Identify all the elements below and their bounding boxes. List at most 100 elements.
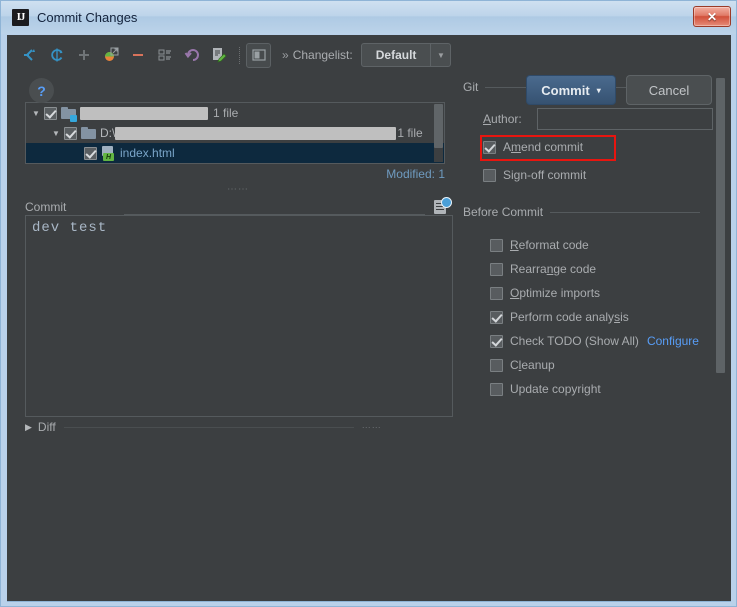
author-row: Author: <box>483 108 713 130</box>
options-scrollbar[interactable] <box>715 75 726 407</box>
diff-splitter-grip[interactable]: ⋯⋯ <box>362 422 382 433</box>
tree-row-file-count: 1 file <box>213 106 239 120</box>
show-diff-icon[interactable] <box>17 43 42 68</box>
modified-count-label: Modified: 1 <box>386 167 445 181</box>
tree-row[interactable]: H index.html <box>26 143 444 163</box>
changelist-value: Default <box>375 48 417 62</box>
html-file-icon: H <box>101 146 115 161</box>
diff-label: Diff <box>37 420 56 434</box>
show-diff-preview-icon[interactable] <box>246 42 271 68</box>
header-rule <box>550 211 701 213</box>
tree-scrollbar[interactable] <box>434 104 443 162</box>
html-badge: H <box>103 153 114 161</box>
optimize-imports-label: Optimize imports <box>510 286 601 300</box>
dialog-window: IJ Commit Changes ✕ » Changelist: Defaul… <box>0 0 737 607</box>
reformat-code-checkbox[interactable]: Reformat code <box>490 235 589 255</box>
tree-row-path-prefix: D:\ <box>100 126 116 140</box>
tree-splitter-grip[interactable]: ⋯⋯ <box>227 184 249 195</box>
cleanup-label: Cleanup <box>510 358 555 372</box>
checkbox-box[interactable] <box>490 310 503 324</box>
perform-code-analysis-checkbox[interactable]: Perform code analysis <box>490 307 629 327</box>
checkbox-box[interactable] <box>490 238 503 252</box>
folder-icon <box>81 126 96 140</box>
help-icon[interactable]: ? <box>29 78 54 103</box>
close-icon[interactable]: ✕ <box>693 6 731 27</box>
configure-todo-link[interactable]: Configure <box>647 334 699 348</box>
tree-twisty-icon[interactable]: ▼ <box>48 129 64 138</box>
content-area: » Changelist: Default ▼ ▼ 1 file ▼ D:\ 1… <box>7 35 731 554</box>
author-label: Author: <box>483 112 522 126</box>
redacted-changelist-name <box>80 106 208 120</box>
check-todo-checkbox[interactable]: Check TODO (Show All) Configure <box>490 331 699 351</box>
tree-row-file-count: 1 file <box>397 126 423 140</box>
dialog-body: » Changelist: Default ▼ ▼ 1 file ▼ D:\ 1… <box>7 35 731 601</box>
check-todo-label: Check TODO (Show All) <box>510 334 639 348</box>
tree-row-checkbox[interactable] <box>44 106 57 120</box>
move-to-changelist-icon[interactable] <box>98 43 123 68</box>
checkbox-box[interactable] <box>490 286 503 300</box>
screenshot-root: IJ Commit Changes ✕ » Changelist: Defaul… <box>0 0 737 607</box>
window-title: Commit Changes <box>37 10 138 25</box>
update-copyright-checkbox[interactable]: Update copyright <box>490 379 601 399</box>
folder-changelist-icon <box>61 106 77 122</box>
optimize-imports-checkbox[interactable]: Optimize imports <box>490 283 600 303</box>
add-changelist-icon[interactable] <box>71 43 96 68</box>
update-copyright-label: Update copyright <box>510 382 601 396</box>
checkbox-box[interactable] <box>483 168 496 182</box>
amend-commit-label: Amend commit <box>503 140 584 154</box>
changelist-selector: » Changelist: Default ▼ <box>282 43 452 67</box>
tree-row-checkbox[interactable] <box>64 126 77 140</box>
sign-off-commit-checkbox[interactable]: Sign-off commit <box>483 165 586 185</box>
dialog-footer <box>7 554 731 601</box>
checkbox-box[interactable] <box>490 382 503 396</box>
before-commit-section-title: Before Commit <box>463 205 544 219</box>
amend-commit-checkbox[interactable]: Amend commit <box>483 137 583 157</box>
tree-scrollbar-thumb[interactable] <box>434 104 443 148</box>
rearrange-code-checkbox[interactable]: Rearrange code <box>490 259 596 279</box>
rollback-icon[interactable] <box>179 43 204 68</box>
commit-message-input[interactable] <box>32 220 442 410</box>
changes-tree[interactable]: ▼ 1 file ▼ D:\ 1 file H index.html <box>25 102 445 164</box>
diff-section-header[interactable]: ▶ Diff ⋯⋯ <box>25 420 465 434</box>
title-bar: IJ Commit Changes ✕ <box>1 1 736 34</box>
checkbox-box[interactable] <box>490 334 503 348</box>
author-field[interactable] <box>537 108 713 130</box>
options-scrollbar-thumb[interactable] <box>716 78 725 373</box>
tree-row[interactable]: ▼ 1 file <box>26 103 444 123</box>
sign-off-commit-label: Sign-off commit <box>503 168 587 182</box>
window-bottom-edge <box>7 601 731 602</box>
commit-button-label: Commit <box>541 82 590 98</box>
tree-twisty-icon[interactable]: ▼ <box>28 109 44 118</box>
git-section-title: Git <box>463 80 479 94</box>
intellij-logo-icon: IJ <box>12 9 29 26</box>
chevron-down-icon[interactable]: ▾ <box>597 86 601 95</box>
group-by-icon[interactable] <box>152 43 177 68</box>
edit-source-icon[interactable] <box>206 43 231 68</box>
before-commit-section-header: Before Commit <box>463 205 713 219</box>
expand-toolbar-icon[interactable]: » <box>282 48 289 62</box>
commit-button[interactable]: Commit ▾ <box>526 75 616 105</box>
chevron-right-icon[interactable]: ▶ <box>25 422 32 433</box>
commit-options-pane: Git Author: Amend commit Sign-off commit <box>457 75 715 410</box>
checkbox-box[interactable] <box>483 140 496 154</box>
perform-code-analysis-label: Perform code analysis <box>510 310 629 324</box>
chevron-down-icon[interactable]: ▼ <box>430 44 450 66</box>
header-rule <box>63 426 354 428</box>
rearrange-code-label: Rearrange code <box>510 262 597 276</box>
logo-text: IJ <box>16 11 26 23</box>
remove-changelist-icon[interactable] <box>125 43 150 68</box>
commit-message-box[interactable] <box>25 215 453 417</box>
cleanup-checkbox[interactable]: Cleanup <box>490 355 555 375</box>
changes-toolbar <box>17 40 271 70</box>
refresh-changes-icon[interactable] <box>44 43 69 68</box>
tree-row-checkbox[interactable] <box>84 146 97 160</box>
reformat-code-label: Reformat code <box>510 238 589 252</box>
checkbox-box[interactable] <box>490 358 503 372</box>
checkbox-box[interactable] <box>490 262 503 276</box>
changelist-combobox[interactable]: Default ▼ <box>360 43 452 67</box>
redacted-directory-path <box>115 126 397 140</box>
tree-row-file-name: index.html <box>120 146 175 160</box>
commit-message-history-icon[interactable] <box>434 197 452 215</box>
tree-row[interactable]: ▼ D:\ 1 file <box>26 123 444 143</box>
cancel-button[interactable]: Cancel <box>626 75 712 105</box>
